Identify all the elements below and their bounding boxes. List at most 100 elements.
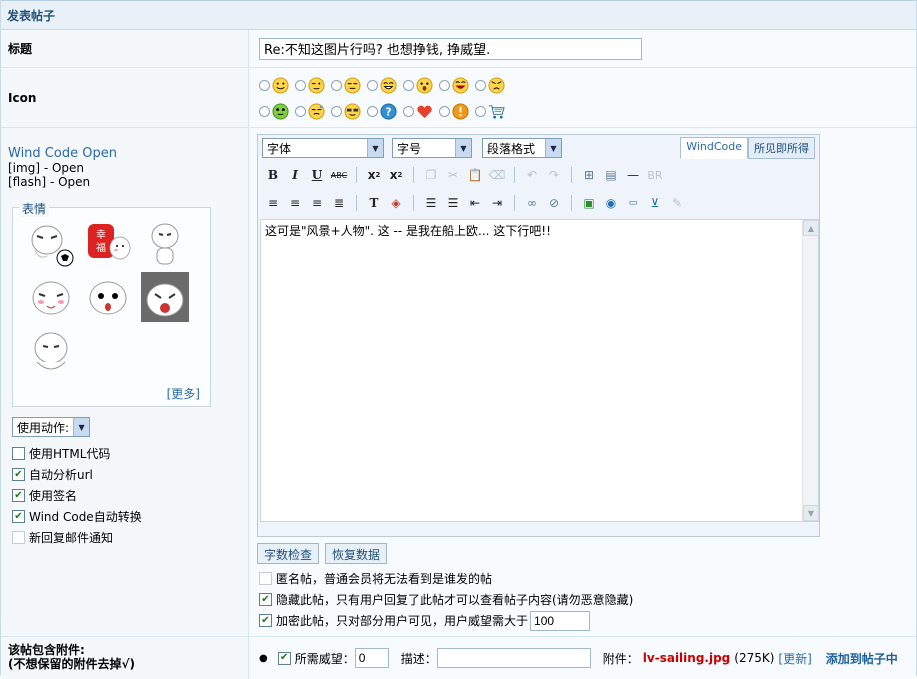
more-emoticons-link[interactable]: [更多] xyxy=(167,385,200,402)
title-input[interactable] xyxy=(259,37,642,60)
option-email-notify[interactable]: 新回复邮件通知 xyxy=(12,527,248,548)
word-count-button[interactable]: 字数检查 xyxy=(257,543,320,564)
emoticon-fortune[interactable]: 幸福 xyxy=(84,218,132,268)
horizontal-rule-icon[interactable]: — xyxy=(622,164,644,186)
strikethrough-icon[interactable]: ABC xyxy=(328,164,350,186)
align-right-icon[interactable]: ≡ xyxy=(306,192,328,214)
icon-option-grin[interactable] xyxy=(367,76,397,94)
option-auto-url[interactable]: ✔ 自动分析url xyxy=(12,464,248,485)
icon-label: Icon xyxy=(1,68,249,127)
checkbox-email-notify[interactable] xyxy=(12,531,25,544)
icon-option-sleepy[interactable] xyxy=(331,76,361,94)
edit-icon[interactable]: ✎ xyxy=(666,192,688,214)
icon-option-heart[interactable] xyxy=(403,103,433,120)
option-html[interactable]: 使用HTML代码 xyxy=(12,443,248,464)
redo-icon[interactable]: ↷ xyxy=(543,164,565,186)
icon-option-smile[interactable] xyxy=(259,76,289,94)
prestige-threshold-input[interactable] xyxy=(530,610,591,631)
format-select-label: 段落格式 xyxy=(487,141,536,156)
align-left-icon[interactable]: ≡ xyxy=(262,192,284,214)
option-windcode-convert[interactable]: ✔ Wind Code自动转换 xyxy=(12,506,248,527)
unlink-icon[interactable]: ⊘ xyxy=(543,192,565,214)
text-color-icon[interactable]: T xyxy=(363,192,385,214)
icon-option-angry[interactable] xyxy=(475,76,505,94)
code-block-icon[interactable]: ▤ xyxy=(600,164,622,186)
checkbox-windcode-convert[interactable]: ✔ xyxy=(12,510,25,523)
icon-option-question[interactable]: ? xyxy=(367,102,397,120)
attachment-file-name[interactable]: lv-sailing.jpg xyxy=(643,651,730,665)
action-select[interactable]: 使用动作: ▼ xyxy=(12,417,91,437)
emoticon-football[interactable] xyxy=(27,218,75,268)
icon-option-alien[interactable] xyxy=(259,102,289,120)
font-select[interactable]: 字体 ▼ xyxy=(262,138,384,158)
option-signature[interactable]: ✔ 使用签名 xyxy=(12,485,248,506)
option-email-notify-label: 新回复邮件通知 xyxy=(29,531,114,545)
cut-icon[interactable]: ✂ xyxy=(442,164,464,186)
link-icon[interactable]: ∞ xyxy=(521,192,543,214)
checkbox-hide-post[interactable]: ✔ xyxy=(259,593,272,606)
icon-option-cool[interactable] xyxy=(331,102,361,120)
emoticon-crying[interactable] xyxy=(140,272,189,322)
restore-data-button[interactable]: 恢复数据 xyxy=(325,543,388,564)
option-anonymous[interactable]: 匿名帖，普通会员将无法看到是谁发的帖 xyxy=(259,568,916,589)
subscript-icon[interactable]: x2 xyxy=(363,164,385,186)
bold-icon[interactable]: B xyxy=(262,164,284,186)
emoticon-shocked[interactable] xyxy=(84,272,132,322)
paste-icon[interactable]: 📋 xyxy=(464,164,486,186)
line-break-icon[interactable]: BR xyxy=(644,164,666,186)
chevron-down-icon: ▼ xyxy=(455,139,471,157)
icon-option-cart[interactable] xyxy=(475,103,505,120)
sell-icon[interactable]: ⊻ xyxy=(644,192,666,214)
underline-icon[interactable]: U xyxy=(306,164,328,186)
copy-icon[interactable]: ❐ xyxy=(420,164,442,186)
scroll-down-icon[interactable]: ▼ xyxy=(803,505,819,521)
eraser-icon[interactable]: ⌫ xyxy=(486,164,508,186)
unordered-list-icon[interactable]: ☰ xyxy=(442,192,464,214)
tab-wysiwyg[interactable]: 所见即所得 xyxy=(748,137,815,159)
checkbox-encrypt-post[interactable]: ✔ xyxy=(259,614,272,627)
scroll-up-icon[interactable]: ▲ xyxy=(803,220,819,236)
indent-icon[interactable]: ⇥ xyxy=(486,192,508,214)
checkbox-signature[interactable]: ✔ xyxy=(12,489,25,502)
vertical-scrollbar[interactable]: ▲ ▼ xyxy=(802,220,819,521)
post-content-textarea[interactable]: 这可是"风景+人物". 这 -- 是我在船上欧... 这下行吧!! ▲ ▼ xyxy=(260,219,819,522)
heart-icon xyxy=(417,105,432,118)
outdent-icon[interactable]: ⇤ xyxy=(464,192,486,214)
align-justify-icon[interactable]: ≣ xyxy=(328,192,350,214)
emoticon-blush[interactable] xyxy=(27,272,75,322)
icon-option-laugh[interactable] xyxy=(439,76,469,94)
update-attachment-link[interactable]: [更新] xyxy=(778,650,811,667)
undo-icon[interactable]: ↶ xyxy=(521,164,543,186)
background-color-icon[interactable]: ◈ xyxy=(385,192,407,214)
hide-content-icon[interactable]: ▭ xyxy=(622,192,644,214)
insert-icon[interactable]: ⊞ xyxy=(578,164,600,186)
checkbox-html[interactable] xyxy=(12,447,25,460)
checkbox-auto-url[interactable]: ✔ xyxy=(12,468,25,481)
checkbox-anonymous[interactable] xyxy=(259,572,272,585)
media-icon[interactable]: ◉ xyxy=(600,192,622,214)
emoticon-standing[interactable] xyxy=(141,218,189,268)
italic-icon[interactable]: I xyxy=(284,164,306,186)
size-select[interactable]: 字号 ▼ xyxy=(392,138,472,158)
icon-option-wink[interactable] xyxy=(295,76,325,94)
attachment-description-input[interactable] xyxy=(436,648,591,668)
superscript-icon[interactable]: x2 xyxy=(385,164,407,186)
wink-icon xyxy=(308,76,325,94)
icon-option-sweat[interactable] xyxy=(295,102,325,120)
image-icon[interactable]: ▣ xyxy=(578,192,600,214)
option-hide-post[interactable]: ✔ 隐藏此帖，只有用户回复了此帖才可以查看帖子内容(请勿恶意隐藏) xyxy=(259,589,916,610)
icon-option-surprised[interactable] xyxy=(403,76,433,94)
checkbox-keep-attachment[interactable]: ✔ xyxy=(277,651,291,665)
icon-option-alert[interactable] xyxy=(439,102,469,120)
format-select[interactable]: 段落格式 ▼ xyxy=(482,138,562,158)
emoticon-legend: 表情 xyxy=(19,200,50,217)
insert-into-post-link[interactable]: 添加到帖子中 xyxy=(826,650,898,667)
attachment-prestige-input[interactable] xyxy=(354,648,389,668)
option-encrypt-post[interactable]: ✔ 加密此帖，只对部分用户可见，用户威望需大于 xyxy=(259,610,916,631)
tab-windcode[interactable]: WindCode xyxy=(680,137,748,159)
ordered-list-icon[interactable]: ☰ xyxy=(420,192,442,214)
wind-code-link[interactable]: Wind Code Open xyxy=(8,146,248,161)
emoticon-sitting[interactable] xyxy=(27,326,75,376)
attachment-hint: (不想保留的附件去掉√) xyxy=(8,657,135,671)
align-center-icon[interactable]: ≡ xyxy=(284,192,306,214)
